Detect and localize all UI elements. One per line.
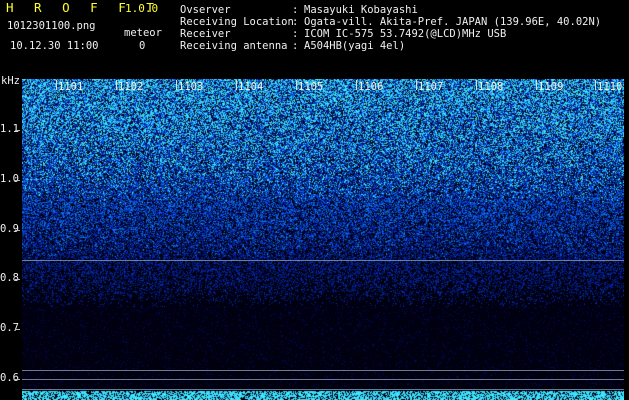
y-tick-label: 0.8 (0, 272, 19, 284)
y-tick-label: 1.1 (0, 123, 19, 135)
y-tick-label: 1.0 (0, 173, 19, 185)
time-tick-mark (595, 80, 596, 90)
location-label: Receiving Location (180, 16, 294, 28)
date-time: 10.12.30 11:00 (10, 40, 99, 52)
app-version: 1.0.0 (125, 2, 159, 15)
y-tick-mark (15, 180, 20, 181)
location-value: Ogata-vill. Akita-Pref. JAPAN (139.96E, … (304, 16, 602, 28)
time-tick-label: 1108 (478, 81, 504, 93)
observer-value: Masayuki Kobayashi (304, 4, 418, 16)
time-tick-label: 1102 (118, 81, 144, 93)
y-tick-label: 0.6 (0, 372, 19, 384)
time-tick-label: 1101 (58, 81, 84, 93)
spectrogram-panel (22, 79, 624, 400)
antenna-label: Receiving antenna (180, 40, 288, 52)
time-tick-label: 1106 (358, 81, 384, 93)
time-tick-label: 1105 (298, 81, 324, 93)
time-tick-label: 1103 (178, 81, 204, 93)
time-tick-mark (356, 80, 357, 90)
antenna-separator: : (292, 40, 299, 52)
time-tick-mark (296, 80, 297, 90)
time-tick-label: 1104 (238, 81, 264, 93)
y-tick-mark (15, 230, 20, 231)
time-tick-mark (536, 80, 537, 90)
y-tick-mark (15, 329, 20, 330)
y-tick-mark (15, 379, 20, 380)
time-tick-mark (116, 80, 117, 90)
time-tick-label: 1109 (538, 81, 564, 93)
time-tick-mark (236, 80, 237, 90)
y-axis-unit: kHz (1, 75, 20, 87)
time-tick-mark (416, 80, 417, 90)
time-tick-mark (56, 80, 57, 90)
y-tick-label: 0.7 (0, 322, 19, 334)
y-tick-mark (15, 279, 20, 280)
receiver-value: ICOM IC-575 53.7492(@LCD)MHz USB (304, 28, 507, 40)
observer-separator: : (292, 4, 299, 16)
time-tick-label: 1107 (418, 81, 444, 93)
file-name: 1012301100.png (7, 20, 96, 32)
reference-line (22, 379, 624, 380)
y-tick-label: 0.9 (0, 223, 19, 235)
y-tick-mark (15, 130, 20, 131)
location-separator: : (292, 16, 299, 28)
observer-label: Ovserver (180, 4, 231, 16)
receiver-label: Receiver (180, 28, 231, 40)
time-tick-label: 1110 (597, 81, 623, 93)
receiver-separator: : (292, 28, 299, 40)
reference-line (22, 370, 624, 371)
reference-line (22, 260, 624, 261)
reference-line (22, 389, 624, 390)
time-tick-mark (176, 80, 177, 90)
meteor-count: 0 (139, 40, 146, 52)
spectrogram-canvas (22, 79, 624, 400)
antenna-value: A504HB(yagi 4el) (304, 40, 406, 52)
meteor-label: meteor (124, 27, 162, 39)
time-tick-mark (476, 80, 477, 90)
